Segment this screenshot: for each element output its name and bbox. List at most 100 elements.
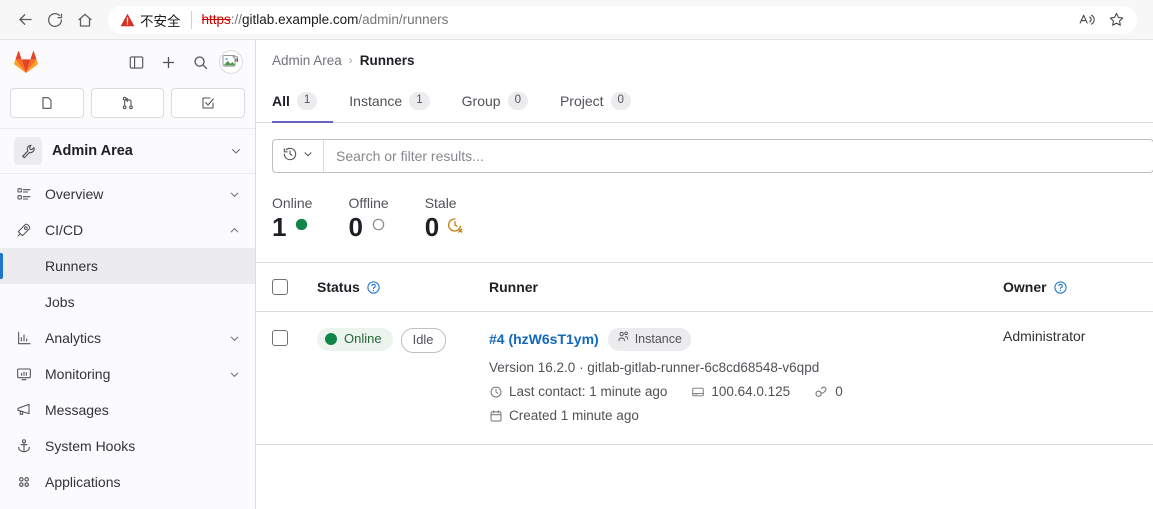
breadcrumb-current: Runners — [359, 52, 415, 68]
history-icon — [282, 146, 298, 167]
calendar-icon — [489, 409, 503, 423]
avatar[interactable]: a — [219, 50, 243, 74]
favorites-star-icon[interactable] — [1103, 7, 1129, 33]
browser-window: 不安全 https://gitlab.example.com/admin/run… — [0, 0, 1153, 509]
sidebar-item-messages[interactable]: Messages — [0, 392, 255, 428]
job-status-badge: Idle — [400, 328, 446, 353]
tab-label: Group — [461, 93, 501, 109]
stat-stale: Stale 0 — [425, 195, 464, 240]
clock-icon — [489, 385, 503, 399]
megaphone-icon — [16, 402, 32, 418]
sidebar-quick-links — [0, 84, 255, 128]
sidebar-item-applications[interactable]: Applications — [0, 464, 255, 500]
url-text: https://gitlab.example.com/admin/runners — [202, 12, 449, 27]
stat-value: 0 — [424, 212, 440, 242]
back-button[interactable] — [10, 5, 40, 35]
recent-searches-button[interactable] — [273, 140, 324, 172]
tag-count: 0 — [814, 382, 843, 402]
search-input[interactable] — [324, 140, 1153, 172]
reload-button[interactable] — [40, 5, 70, 35]
sidebar-item-overview[interactable]: Overview — [0, 176, 255, 212]
sidebar: a Admin Area Overview CI/CD Runners Jobs… — [0, 40, 256, 509]
tab-count: 0 — [507, 92, 528, 110]
sidebar-item-label: CI/CD — [45, 222, 84, 238]
tab-project[interactable]: Project 0 — [544, 81, 647, 123]
sidebar-context-admin-area[interactable]: Admin Area — [0, 128, 255, 174]
sidebar-nav: Overview CI/CD Runners Jobs Analytics Mo… — [0, 174, 255, 509]
url-path: /admin/runners — [358, 12, 449, 27]
table-row[interactable]: Online Idle #4 (hzW6sT1ym) Instance Vers… — [256, 312, 1153, 445]
sidebar-item-runners[interactable]: Runners — [0, 248, 255, 284]
sidebar-item-analytics[interactable]: Analytics — [0, 320, 255, 356]
tab-all[interactable]: All 1 — [272, 81, 334, 123]
status-stale-icon — [446, 216, 464, 239]
overview-icon — [16, 186, 32, 202]
search-row — [256, 123, 1153, 173]
status-help-icon[interactable] — [366, 280, 381, 295]
breadcrumb-admin-area[interactable]: Admin Area — [272, 53, 342, 68]
status-online-icon — [325, 333, 337, 346]
column-header-status: Status — [317, 279, 360, 295]
broken-image-icon: a — [222, 55, 239, 67]
created-at: Created 1 minute ago — [489, 406, 861, 426]
status-badge: Online — [317, 328, 393, 351]
runner-link[interactable]: #4 (hzW6sT1ym) — [489, 331, 599, 347]
owner-help-icon[interactable] — [1053, 280, 1068, 295]
sidebar-item-cicd[interactable]: CI/CD — [0, 212, 255, 248]
stat-online: Online 1 — [272, 195, 312, 240]
row-checkbox[interactable] — [272, 330, 288, 346]
security-label: 不安全 — [140, 13, 181, 29]
read-aloud-icon[interactable] — [1073, 7, 1099, 33]
chevron-down-icon[interactable] — [228, 368, 241, 381]
runner-details: Version 16.2.0 · gitlab-gitlab-runner-6c… — [489, 358, 861, 426]
sidebar-toggle-icon[interactable] — [123, 49, 149, 75]
chevron-up-icon[interactable] — [228, 224, 241, 237]
warning-triangle-icon — [120, 13, 135, 26]
search-icon[interactable] — [187, 49, 213, 75]
breadcrumb-separator: › — [348, 53, 353, 67]
stat-label: Stale — [424, 195, 457, 211]
ip-address-label: 100.64.0.125 — [711, 383, 791, 399]
security-indicator[interactable]: 不安全 — [120, 10, 181, 30]
tab-label: All — [272, 93, 290, 109]
sidebar-item-label: Analytics — [45, 330, 102, 346]
filtered-search-bar[interactable] — [272, 139, 1153, 173]
select-all-checkbox[interactable] — [272, 279, 288, 295]
address-bar[interactable]: 不安全 https://gitlab.example.com/admin/run… — [108, 5, 1137, 34]
home-button[interactable] — [70, 5, 100, 35]
runner-owner: Administrator — [1003, 328, 1086, 344]
sidebar-item-label: Runners — [45, 258, 98, 274]
main-content: Admin Area › Runners All 1 Instance 1 Gr… — [256, 40, 1153, 509]
stat-offline: Offline 0 — [348, 195, 388, 240]
applications-icon — [16, 474, 32, 490]
gitlab-logo[interactable] — [14, 50, 38, 74]
browser-toolbar: 不安全 https://gitlab.example.com/admin/run… — [0, 0, 1153, 40]
sidebar-item-monitoring[interactable]: Monitoring — [0, 356, 255, 392]
rocket-icon — [16, 222, 32, 238]
monitor-icon — [16, 366, 32, 382]
server-icon — [691, 385, 705, 399]
plus-icon[interactable] — [155, 49, 181, 75]
merge-requests-icon[interactable] — [90, 88, 165, 118]
ip-address: 100.64.0.125 — [691, 382, 790, 402]
sidebar-item-jobs[interactable]: Jobs — [0, 284, 255, 320]
sidebar-item-label: Jobs — [45, 294, 75, 310]
chevron-down-icon[interactable] — [228, 188, 241, 201]
sidebar-item-system-hooks[interactable]: System Hooks — [0, 428, 255, 464]
stat-value: 1 — [272, 212, 287, 242]
chevron-down-icon[interactable] — [229, 144, 243, 158]
wrench-icon — [14, 137, 42, 165]
column-header-owner: Owner — [1003, 279, 1047, 295]
runners-table: Status Runner Owner Online Idle #4 (hzW6… — [256, 262, 1153, 445]
created-label: Created 1 minute ago — [509, 407, 639, 423]
chevron-down-icon[interactable] — [228, 332, 241, 345]
todos-icon[interactable] — [171, 88, 246, 118]
status-offline-icon — [370, 216, 387, 238]
tab-group[interactable]: Group 0 — [446, 81, 544, 123]
url-host: gitlab.example.com — [242, 12, 359, 27]
analytics-icon — [16, 330, 32, 346]
tab-count: 1 — [296, 92, 318, 110]
issues-icon[interactable] — [10, 88, 84, 118]
sidebar-item-abuse-reports[interactable]: Abuse Reports 0 — [0, 500, 255, 509]
tab-instance[interactable]: Instance 1 — [333, 81, 445, 123]
